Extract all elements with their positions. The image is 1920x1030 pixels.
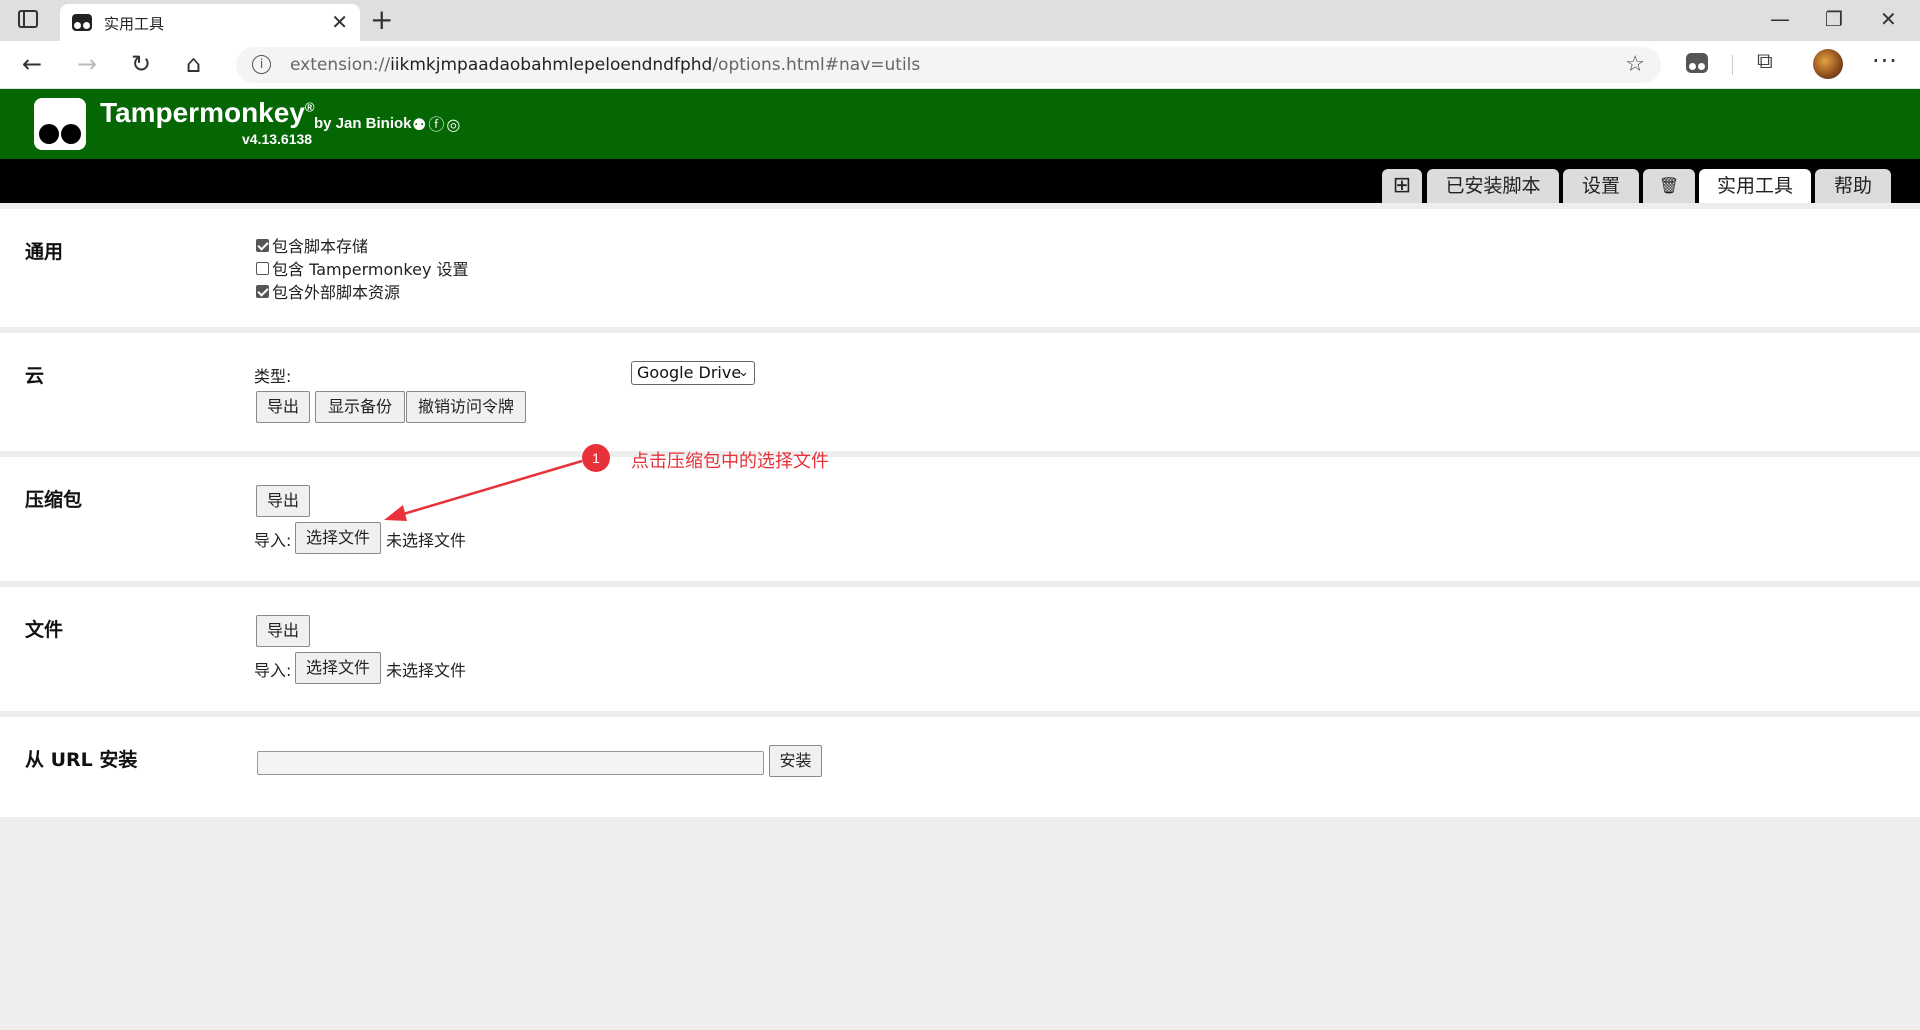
annotation-arrow — [384, 459, 583, 521]
annotation-number-badge: 1 — [582, 444, 610, 472]
annotation-text: 点击压缩包中的选择文件 — [631, 451, 829, 472]
